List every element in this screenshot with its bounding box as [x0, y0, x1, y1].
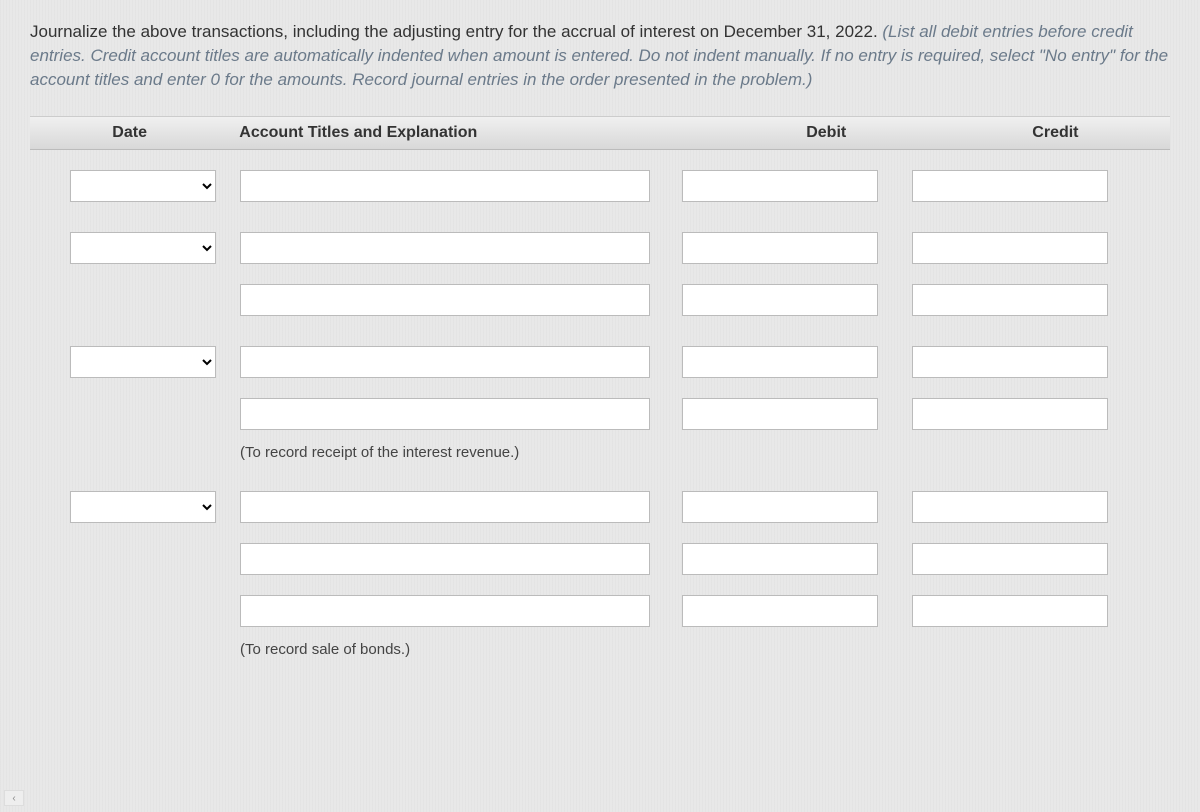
credit-cell [912, 232, 1142, 316]
credit-cell [912, 170, 1142, 202]
credit-input[interactable] [912, 491, 1108, 523]
header-debit: Debit [712, 124, 941, 142]
date-select[interactable] [70, 346, 216, 378]
account-title-input[interactable] [240, 491, 650, 523]
credit-input[interactable] [912, 398, 1108, 430]
entry-group [30, 170, 1170, 202]
account-cell [230, 232, 682, 316]
journal-entry-table: Date Account Titles and Explanation Debi… [30, 116, 1170, 658]
entry-row [30, 170, 1170, 202]
entry-group: (To record receipt of the interest reven… [30, 346, 1170, 461]
date-select[interactable] [70, 491, 216, 523]
credit-cell [912, 346, 1142, 430]
entry-group [30, 232, 1170, 316]
date-select[interactable] [70, 232, 216, 264]
date-cell [30, 346, 230, 378]
table-header-row: Date Account Titles and Explanation Debi… [30, 116, 1170, 150]
credit-input[interactable] [912, 284, 1108, 316]
debit-input[interactable] [682, 543, 878, 575]
debit-input[interactable] [682, 170, 878, 202]
account-cell [230, 170, 682, 202]
entry-caption: (To record sale of bonds.) [30, 641, 1170, 658]
entry-group: (To record sale of bonds.) [30, 491, 1170, 658]
debit-cell [682, 232, 912, 316]
debit-input[interactable] [682, 232, 878, 264]
account-title-input[interactable] [240, 346, 650, 378]
debit-cell [682, 346, 912, 430]
account-title-input[interactable] [240, 170, 650, 202]
debit-input[interactable] [682, 398, 878, 430]
debit-input[interactable] [682, 284, 878, 316]
debit-cell [682, 491, 912, 627]
entry-row [30, 232, 1170, 316]
date-cell [30, 170, 230, 202]
debit-input[interactable] [682, 595, 878, 627]
account-cell [230, 346, 682, 430]
account-cell [230, 491, 682, 627]
account-title-input[interactable] [240, 284, 650, 316]
credit-input[interactable] [912, 170, 1108, 202]
account-title-input[interactable] [240, 232, 650, 264]
credit-input[interactable] [912, 232, 1108, 264]
header-credit: Credit [941, 124, 1170, 142]
header-account: Account Titles and Explanation [229, 124, 711, 142]
instruction-text: Journalize the above transactions, inclu… [30, 20, 1170, 91]
account-title-input[interactable] [240, 595, 650, 627]
header-date: Date [30, 124, 229, 142]
debit-input[interactable] [682, 491, 878, 523]
account-title-input[interactable] [240, 398, 650, 430]
account-title-input[interactable] [240, 543, 650, 575]
instruction-plain: Journalize the above transactions, inclu… [30, 22, 882, 41]
entry-row [30, 346, 1170, 430]
debit-input[interactable] [682, 346, 878, 378]
credit-input[interactable] [912, 346, 1108, 378]
credit-input[interactable] [912, 543, 1108, 575]
date-cell [30, 491, 230, 523]
date-select[interactable] [70, 170, 216, 202]
credit-cell [912, 491, 1142, 627]
credit-input[interactable] [912, 595, 1108, 627]
date-cell [30, 232, 230, 264]
debit-cell [682, 170, 912, 202]
entry-caption: (To record receipt of the interest reven… [30, 444, 1170, 461]
scroll-left-icon[interactable]: ‹ [4, 790, 24, 806]
entry-row [30, 491, 1170, 627]
table-body: (To record receipt of the interest reven… [30, 150, 1170, 658]
